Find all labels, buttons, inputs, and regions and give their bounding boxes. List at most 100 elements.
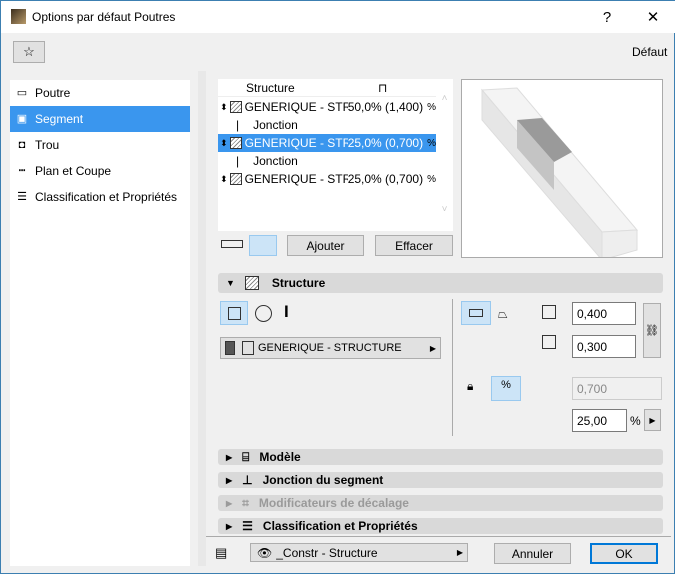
tapered-section-button[interactable]: ⏢ <box>498 307 508 322</box>
sidebar-item-trou[interactable]: ◘ Trou <box>10 132 190 158</box>
sidebar-item-label: Segment <box>35 112 84 126</box>
ok-button[interactable]: OK <box>590 543 658 564</box>
hatch-icon <box>229 101 242 113</box>
classification-icon: ☰ <box>17 191 27 203</box>
section-title: Structure <box>271 276 326 290</box>
straight-section-toggle[interactable] <box>461 301 491 325</box>
close-button[interactable]: ✕ <box>630 1 675 33</box>
sidebar-item-segment[interactable]: ▣ Segment <box>10 106 190 132</box>
sidebar-item-classification[interactable]: ☰ Classification et Propriétés <box>10 184 190 210</box>
collapsed-triangle-icon: ▶ <box>226 452 233 462</box>
segment-list: Structure ⊓ ⬍GENERIQUE - STR...50,0% (1,… <box>218 79 436 231</box>
eye-icon: 👁︎ <box>257 545 273 560</box>
cancel-button[interactable]: Annuler <box>494 543 571 564</box>
favorites-button[interactable]: ☆ <box>13 41 45 63</box>
sidebar-item-poutre[interactable]: ▭ Poutre <box>10 80 190 106</box>
section-divider <box>452 299 453 436</box>
delete-button[interactable]: Effacer <box>375 235 453 256</box>
drag-handle-icon[interactable]: ⬍ <box>218 174 230 185</box>
layer-icon: ▤ <box>215 545 228 560</box>
list-item[interactable]: | Jonction <box>218 152 436 170</box>
list-item[interactable]: ⬍ GENERIQUE - STR...50,0% (1,400)% <box>218 98 436 116</box>
segment-name: GENERIQUE - STR... <box>244 100 348 114</box>
junction-icon: ⊥ <box>242 473 253 487</box>
column-header-structure: Structure <box>246 80 295 95</box>
hatch-icon <box>244 276 259 290</box>
section-title: Jonction du segment <box>262 473 384 487</box>
classification-icon: ☰ <box>242 519 253 533</box>
tapered-mode-toggle[interactable] <box>249 235 277 256</box>
section-modele-header[interactable]: ▶ ⌸ Modèle <box>218 449 663 465</box>
list-header: Structure ⊓ <box>218 79 436 97</box>
link-dimensions-button[interactable]: ⛓ <box>643 303 661 358</box>
help-button[interactable]: ? <box>584 1 630 33</box>
footer-divider <box>206 536 671 537</box>
expanded-triangle-icon: ▼ <box>226 278 235 288</box>
proportional-icon: % <box>427 101 436 113</box>
proportional-icon: % <box>427 173 436 185</box>
list-scrollbar[interactable]: ˄ ˅ <box>436 79 453 231</box>
window-title: Options par défaut Poutres <box>32 10 176 24</box>
app-icon <box>11 9 26 24</box>
fixed-length-lock-icon[interactable]: 🔒︎ <box>467 379 473 394</box>
percent-unit: % <box>630 414 641 428</box>
sidebar-item-label: Classification et Propriétés <box>35 190 178 204</box>
sidebar-item-plan-coupe[interactable]: ┅ Plan et Coupe <box>10 158 190 184</box>
section-classification-header[interactable]: ▶ ☰ Classification et Propriétés <box>218 518 663 534</box>
drag-handle-icon[interactable]: ⬍ <box>218 102 230 113</box>
model-icon: ⌸ <box>242 449 250 464</box>
height-input[interactable]: 0,400 <box>572 302 636 325</box>
material-icon <box>242 341 254 355</box>
sidebar: ▭ Poutre ▣ Segment ◘ Trou ┅ Plan et Coupe ☰ C… <box>10 80 190 566</box>
hatch-icon <box>229 173 242 185</box>
percent-input[interactable]: 25,00 <box>572 409 627 432</box>
collapsed-triangle-icon: ▶ <box>226 475 233 485</box>
width-icon <box>542 335 556 349</box>
offset-modifier-icon: ⌗ <box>242 495 249 510</box>
list-item[interactable]: ⬍ GENERIQUE - STR...25,0% (0,700)% <box>218 170 436 188</box>
layer-selector[interactable]: 👁︎ _Constr - Structure ▶ <box>250 543 468 562</box>
percent-menu-button[interactable]: ▶ <box>644 409 661 431</box>
height-icon <box>542 305 556 319</box>
sidebar-item-label: Plan et Coupe <box>35 164 112 178</box>
plan-section-icon: ┅ <box>18 165 26 177</box>
hatch-icon <box>229 137 242 149</box>
hole-icon: ◘ <box>18 139 26 151</box>
segment-icon: ▣ <box>16 113 28 125</box>
length-input: 0,700 <box>572 377 662 400</box>
add-button[interactable]: Ajouter <box>287 235 364 256</box>
complex-profile-button[interactable]: I <box>284 302 289 322</box>
section-structure-header[interactable]: ▼ Structure <box>218 273 663 293</box>
junction-name: Jonction <box>253 154 298 168</box>
section-jonction-header[interactable]: ▶ ⊥ Jonction du segment <box>218 472 663 488</box>
beam-icon: ▭ <box>16 87 28 99</box>
sidebar-item-label: Trou <box>35 138 60 152</box>
proportional-icon: % <box>427 137 436 149</box>
panel-divider <box>198 71 206 566</box>
beam-preview-image <box>480 87 639 262</box>
proportional-length-toggle[interactable]: % <box>491 376 521 401</box>
preset-label: Défaut <box>632 45 668 59</box>
segment-value: 50,0% (1,400) <box>347 100 424 114</box>
segment-name: GENERIQUE - STR... <box>244 136 348 150</box>
segment-name: GENERIQUE - STR... <box>244 172 348 186</box>
list-item[interactable]: | Jonction <box>218 116 436 134</box>
rectangular-profile-toggle[interactable] <box>220 301 248 325</box>
title-bar: Options par défaut Poutres ? ✕ <box>1 1 675 33</box>
drag-handle-icon[interactable]: ⬍ <box>218 138 230 149</box>
collapsed-triangle-icon: ▶ <box>226 521 233 531</box>
3d-preview[interactable] <box>461 79 663 262</box>
segment-value: 25,0% (0,700) <box>347 172 424 186</box>
segment-value: 25,0% (0,700) <box>347 136 424 150</box>
section-title: Modèle <box>259 450 301 464</box>
material-swatch-icon <box>225 341 235 355</box>
junction-line-icon: | <box>236 154 240 168</box>
length-column-icon: ⊓ <box>378 80 388 95</box>
section-title: Modificateurs de décalage <box>258 496 409 510</box>
circular-profile-button[interactable] <box>255 305 272 322</box>
list-item[interactable]: ⬍ GENERIQUE - STR...25,0% (0,700)% <box>218 134 436 152</box>
straight-mode-toggle[interactable] <box>221 240 243 248</box>
material-name: GENERIQUE - STRUCTURE <box>258 342 402 354</box>
width-input[interactable]: 0,300 <box>572 335 636 358</box>
material-selector[interactable]: GENERIQUE - STRUCTURE ▶ <box>220 337 441 359</box>
